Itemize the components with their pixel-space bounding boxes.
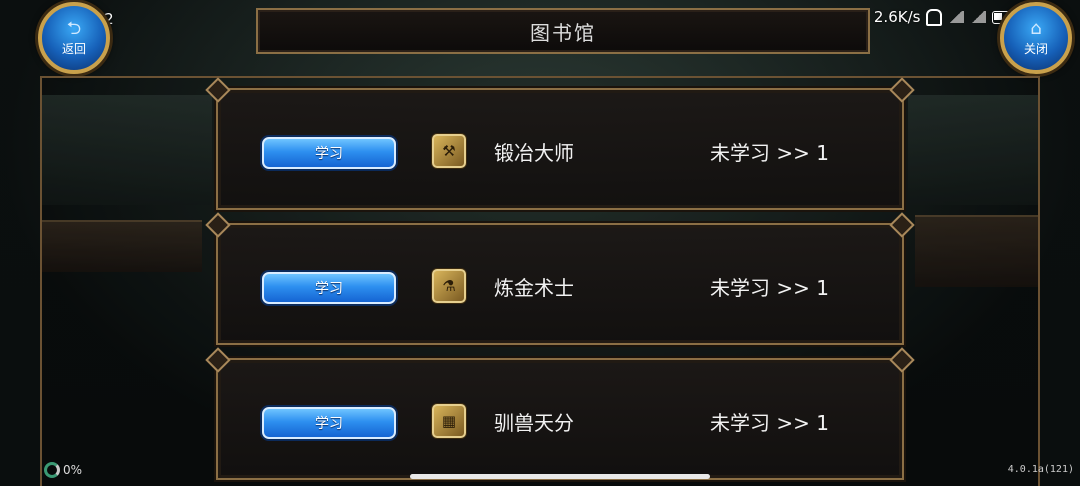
title-bar: 图书馆: [256, 8, 870, 54]
skill-status: 未学习 >> 1: [710, 276, 829, 300]
loading-spinner-icon: [44, 462, 60, 478]
page-title: 图书馆: [530, 20, 596, 45]
learn-button[interactable]: 学习: [262, 272, 396, 304]
skill-row-taming: 学习 ▦ 驯兽天分 未学习 >> 1: [216, 358, 904, 480]
anvil-book-icon: ⚒: [432, 134, 466, 168]
close-button-label: 关闭: [1023, 41, 1048, 56]
skill-name: 炼金术士: [494, 276, 574, 300]
signal-icon-2: [970, 11, 987, 23]
close-button[interactable]: ⌂ 关闭: [1000, 2, 1072, 74]
back-arrow-icon: ⮌: [66, 17, 82, 39]
skill-name: 锻冶大师: [494, 141, 574, 165]
beast-book-icon: ▦: [432, 404, 466, 438]
signal-icon: [948, 11, 965, 23]
alchemy-book-icon: ⚗: [432, 269, 466, 303]
loading-percent: 0%: [63, 463, 83, 477]
version-label: 4.0.1a(121): [1007, 464, 1074, 475]
home-icon: ⌂: [1030, 17, 1042, 39]
learn-button[interactable]: 学习: [262, 137, 396, 169]
skill-row-smithing: 学习 ⚒ 锻冶大师 未学习 >> 1: [216, 88, 904, 210]
mute-icon: [926, 8, 943, 26]
home-indicator-bar[interactable]: [410, 474, 710, 479]
network-speed: 2.6K/s: [873, 8, 921, 26]
skill-status: 未学习 >> 1: [710, 411, 829, 435]
learn-button[interactable]: 学习: [262, 407, 396, 439]
loading-indicator: 0%: [44, 462, 82, 478]
back-button[interactable]: ⮌ 返回: [38, 2, 110, 74]
skill-row-alchemy: 学习 ⚗ 炼金术士 未学习 >> 1: [216, 223, 904, 345]
skill-status: 未学习 >> 1: [710, 141, 829, 165]
back-button-label: 返回: [61, 41, 86, 56]
skill-name: 驯兽天分: [494, 411, 574, 435]
